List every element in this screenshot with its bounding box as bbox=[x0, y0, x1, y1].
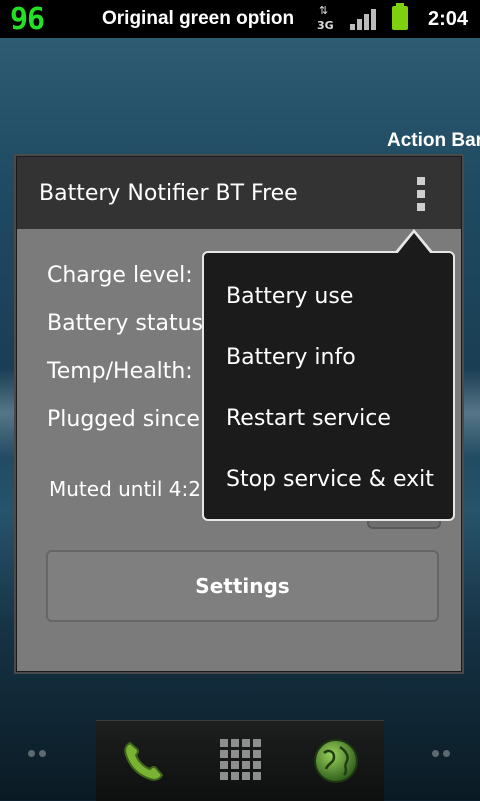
menu-item-restart-service[interactable]: Restart service bbox=[204, 389, 453, 449]
battery-level-indicator: 96 bbox=[10, 2, 45, 37]
status-bar[interactable]: 96 Original green option ⇅ 3G 2:04 bbox=[0, 0, 480, 38]
browser-globe-icon[interactable] bbox=[312, 737, 360, 785]
charge-level-label: Charge level: bbox=[47, 263, 193, 288]
menu-pointer-arrow bbox=[394, 229, 434, 254]
overflow-menu-icon[interactable] bbox=[415, 177, 427, 211]
app-drawer-icon[interactable] bbox=[220, 739, 261, 780]
dialog-header: Battery Notifier BT Free bbox=[17, 157, 461, 229]
menu-item-battery-use[interactable]: Battery use bbox=[204, 267, 453, 327]
network-activity-arrows: ⇅ bbox=[319, 4, 329, 17]
pager-dots-right[interactable] bbox=[432, 750, 452, 758]
network-type-label: 3G bbox=[317, 19, 334, 32]
status-clock: 2:04 bbox=[428, 8, 469, 30]
muted-until-label: Muted until 4:2 bbox=[49, 477, 201, 501]
battery-status-label: Battery status: bbox=[47, 311, 211, 336]
temp-health-label: Temp/Health: bbox=[47, 359, 193, 384]
settings-button[interactable]: Settings bbox=[46, 550, 439, 622]
home-dock bbox=[96, 720, 384, 801]
pager-dots-left[interactable] bbox=[28, 750, 48, 758]
network-3g-icon: ⇅ 3G bbox=[317, 5, 337, 33]
overflow-popup-menu: Battery use Battery info Restart service… bbox=[202, 229, 455, 521]
action-bar-label: Action Bar bbox=[387, 130, 480, 151]
plugged-since-label: Plugged since bbox=[47, 407, 200, 432]
signal-strength-icon bbox=[350, 8, 376, 30]
battery-icon bbox=[392, 3, 408, 30]
dialog-title: Battery Notifier BT Free bbox=[39, 181, 298, 206]
phone-icon[interactable] bbox=[120, 737, 168, 785]
menu-item-stop-service-exit[interactable]: Stop service & exit bbox=[204, 450, 453, 510]
notification-title: Original green option bbox=[102, 8, 295, 29]
menu-item-battery-info[interactable]: Battery info bbox=[204, 328, 453, 388]
